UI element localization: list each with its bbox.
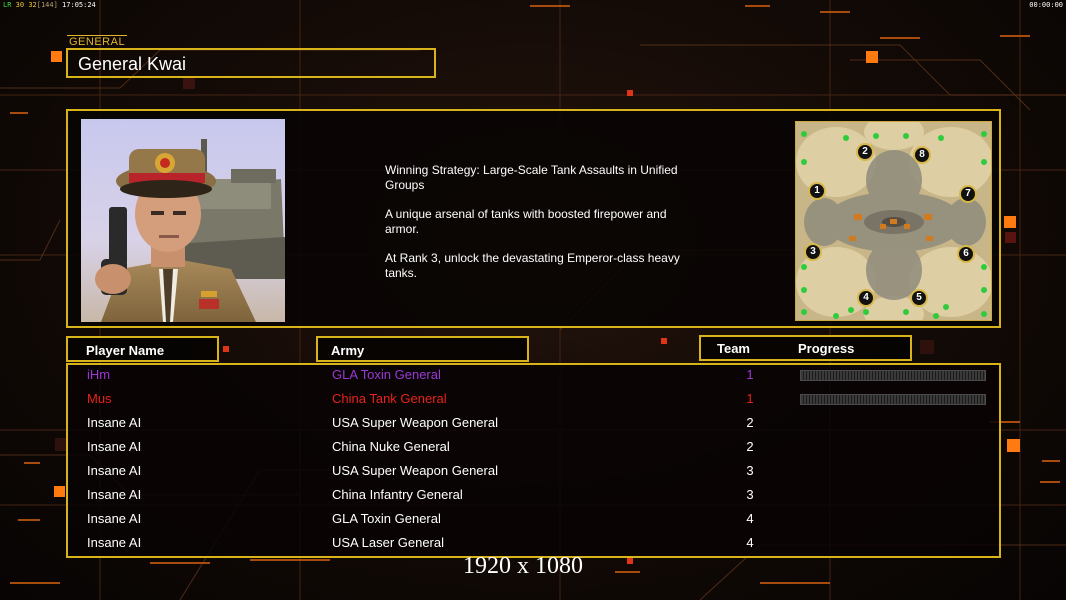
loading-progress-bar: [800, 394, 986, 405]
header-team-label: Team: [717, 341, 750, 356]
start-position-1[interactable]: 1: [808, 182, 826, 200]
general-title-box: General Kwai: [66, 48, 436, 78]
player-name: Insane AI: [87, 415, 142, 430]
player-name: Insane AI: [87, 439, 142, 454]
start-position-6[interactable]: 6: [957, 245, 975, 263]
start-position-3[interactable]: 3: [804, 243, 822, 261]
player-army[interactable]: GLA Toxin General: [332, 511, 441, 526]
hud-stats-prefix: LR: [3, 1, 12, 9]
player-team[interactable]: 3: [740, 463, 760, 478]
player-name: Insane AI: [87, 463, 142, 478]
table-row[interactable]: Insane AI China Infantry General 3: [68, 485, 999, 509]
player-team[interactable]: 1: [740, 391, 760, 406]
hud-stats: LR 30 32[144] 17:05:24: [3, 1, 96, 9]
description-rank: At Rank 3, unlock the devastating Empero…: [385, 251, 680, 280]
map-terrain: [796, 122, 991, 320]
header-army-label: Army: [331, 343, 365, 358]
player-army[interactable]: China Infantry General: [332, 487, 463, 502]
loading-progress-bar: [800, 370, 986, 381]
hud-stats-a: 30: [15, 1, 25, 9]
hud-timer: 00:00:00: [1029, 1, 1063, 9]
general-info-panel: Winning Strategy: Large-Scale Tank Assau…: [66, 109, 1001, 328]
table-row[interactable]: Insane AI GLA Toxin General 4: [68, 509, 999, 533]
player-name: Insane AI: [87, 511, 142, 526]
player-name: iHm: [87, 367, 111, 382]
table-row[interactable]: Insane AI USA Super Weapon General 3: [68, 461, 999, 485]
player-army[interactable]: USA Super Weapon General: [332, 463, 498, 478]
player-name: Insane AI: [87, 535, 142, 550]
description-arsenal: A unique arsenal of tanks with boosted f…: [385, 207, 667, 236]
player-army[interactable]: China Tank General: [332, 391, 447, 406]
player-list: iHm GLA Toxin General 1 Mus China Tank Gener…: [66, 363, 1001, 558]
player-army[interactable]: GLA Toxin General: [332, 367, 441, 382]
player-army[interactable]: China Nuke General: [332, 439, 450, 454]
player-team[interactable]: 2: [740, 439, 760, 454]
player-team[interactable]: 4: [740, 535, 760, 550]
start-position-2[interactable]: 2: [856, 143, 874, 161]
player-name: Mus: [87, 391, 112, 406]
header-team-progress: Team Progress: [699, 335, 912, 361]
player-team[interactable]: 2: [740, 415, 760, 430]
start-position-7[interactable]: 7: [959, 185, 977, 203]
hud-stats-bracket: [144]: [36, 1, 58, 9]
hud-clock: 17:05:24: [62, 1, 96, 9]
player-team[interactable]: 1: [740, 367, 760, 382]
table-row[interactable]: Mus China Tank General 1: [68, 389, 999, 413]
description-strategy: Winning Strategy: Large-Scale Tank Assau…: [385, 163, 678, 192]
general-description: Winning Strategy: Large-Scale Tank Assau…: [385, 163, 715, 295]
start-position-4[interactable]: 4: [857, 289, 875, 307]
resolution-label: 1920 x 1080: [463, 553, 583, 579]
section-label-general: GENERAL: [67, 35, 128, 48]
hud-stats-b: 32: [28, 1, 37, 9]
table-row[interactable]: iHm GLA Toxin General 1: [68, 365, 999, 389]
player-army[interactable]: USA Laser General: [332, 535, 444, 550]
header-progress-label: Progress: [798, 341, 855, 356]
header-player-name: Player Name: [66, 336, 219, 362]
header-player-label: Player Name: [86, 343, 165, 358]
general-portrait: [81, 119, 285, 322]
start-position-5[interactable]: 5: [910, 289, 928, 307]
player-army[interactable]: USA Super Weapon General: [332, 415, 498, 430]
portrait-image: [81, 119, 285, 322]
general-name: General Kwai: [78, 54, 187, 74]
map-preview[interactable]: 1 2 3 4 5 6 7 8: [795, 121, 992, 321]
player-team[interactable]: 4: [740, 511, 760, 526]
start-position-8[interactable]: 8: [913, 146, 931, 164]
player-team[interactable]: 3: [740, 487, 760, 502]
table-row[interactable]: Insane AI China Nuke General 2: [68, 437, 999, 461]
header-army: Army: [316, 336, 529, 362]
player-name: Insane AI: [87, 487, 142, 502]
table-row[interactable]: Insane AI USA Super Weapon General 2: [68, 413, 999, 437]
